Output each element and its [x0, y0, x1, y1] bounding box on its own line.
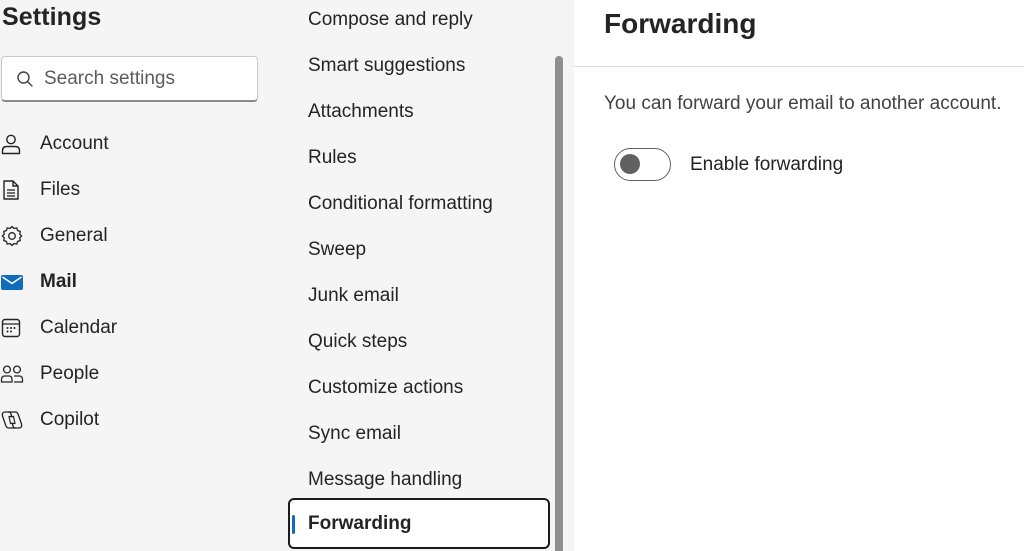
mail-icon — [0, 270, 24, 294]
search-input[interactable] — [44, 67, 244, 90]
sidebar-item-calendar[interactable]: Calendar — [0, 311, 280, 345]
menu-item-message-handling[interactable]: Message handling — [288, 459, 550, 501]
menu-item-forwarding[interactable]: Forwarding — [288, 498, 550, 549]
sidebar-item-people[interactable]: People — [0, 357, 280, 391]
enable-forwarding-row[interactable]: Enable forwarding — [614, 148, 843, 181]
menu-scrollbar[interactable] — [555, 56, 563, 551]
sidebar-item-label: Mail — [40, 271, 77, 292]
calendar-icon — [0, 316, 24, 340]
toggle-knob — [620, 154, 640, 174]
menu-item-attachments[interactable]: Attachments — [288, 91, 550, 133]
menu-item-label: Conditional formatting — [308, 193, 493, 214]
people-icon — [0, 362, 24, 386]
enable-forwarding-label: Enable forwarding — [690, 153, 844, 175]
sidebar-item-mail[interactable]: Mail — [0, 265, 280, 299]
menu-item-label: Forwarding — [308, 512, 412, 534]
forwarding-pane: Forwarding You can forward your email to… — [574, 0, 1024, 551]
menu-item-junk-email[interactable]: Junk email — [288, 275, 550, 317]
sidebar-item-copilot[interactable]: Copilot — [0, 403, 280, 437]
sidebar-item-account[interactable]: Account — [0, 127, 280, 161]
sidebar-item-label: General — [40, 225, 108, 246]
settings-title: Settings — [2, 3, 102, 31]
menu-item-label: Rules — [308, 147, 357, 168]
sidebar-item-label: People — [40, 363, 100, 384]
menu-item-label: Message handling — [308, 469, 463, 490]
menu-item-smart-suggestions[interactable]: Smart suggestions — [288, 45, 550, 87]
sidebar-item-label: Files — [40, 179, 81, 200]
menu-item-rules[interactable]: Rules — [288, 137, 550, 179]
menu-item-quick-steps[interactable]: Quick steps — [288, 321, 550, 363]
menu-item-label: Compose and reply — [308, 9, 473, 30]
menu-item-customize-actions[interactable]: Customize actions — [288, 367, 550, 409]
page-title: Forwarding — [604, 8, 757, 39]
menu-item-label: Quick steps — [308, 331, 408, 352]
sidebar-item-label: Account — [40, 133, 109, 154]
menu-item-label: Sync email — [308, 423, 401, 444]
search-settings-box[interactable] — [1, 56, 258, 102]
menu-item-sweep[interactable]: Sweep — [288, 229, 550, 271]
menu-item-label: Attachments — [308, 101, 414, 122]
menu-item-label: Sweep — [308, 239, 367, 260]
gear-icon — [0, 224, 24, 248]
document-icon — [0, 178, 24, 202]
forwarding-description: You can forward your email to another ac… — [604, 93, 1002, 114]
divider — [574, 66, 1024, 67]
menu-item-label: Customize actions — [308, 377, 464, 398]
menu-item-compose-and-reply[interactable]: Compose and reply — [288, 0, 550, 41]
sidebar-item-label: Calendar — [40, 317, 118, 338]
sidebar-item-files[interactable]: Files — [0, 173, 280, 207]
person-icon — [0, 132, 24, 156]
active-indicator — [292, 515, 295, 534]
mail-settings-menu: Compose and reply Smart suggestions Atta… — [286, 0, 574, 551]
sidebar-item-label: Copilot — [40, 409, 100, 430]
menu-item-conditional-formatting[interactable]: Conditional formatting — [288, 183, 550, 225]
enable-forwarding-toggle[interactable] — [614, 148, 671, 181]
menu-item-label: Smart suggestions — [308, 55, 466, 76]
copilot-icon — [0, 408, 24, 432]
settings-nav: Settings Account Files General Mail — [0, 0, 286, 551]
menu-item-sync-email[interactable]: Sync email — [288, 413, 550, 455]
menu-item-label: Junk email — [308, 285, 399, 306]
search-icon — [16, 70, 34, 88]
sidebar-item-general[interactable]: General — [0, 219, 280, 253]
